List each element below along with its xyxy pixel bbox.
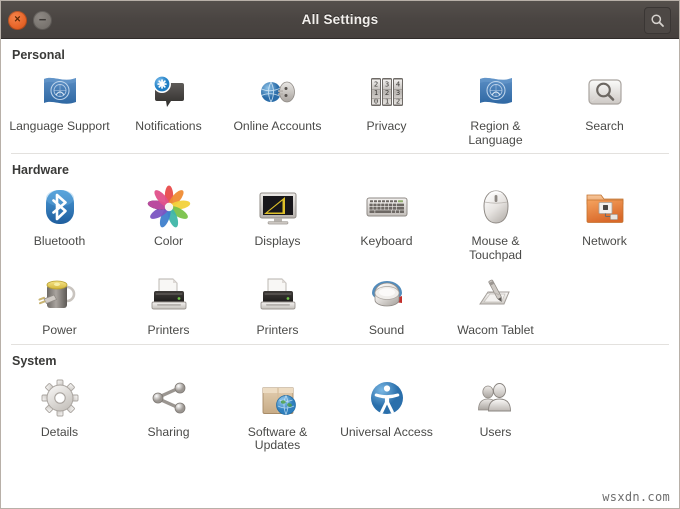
magnifier-icon	[581, 68, 629, 116]
settings-tile-notifications[interactable]: Notifications	[114, 64, 223, 153]
sections-host: Personal Language Support Notifications …	[1, 39, 679, 459]
settings-row: Language Support Notifications Online Ac…	[1, 64, 679, 153]
settings-tile-label: Sound	[368, 323, 405, 337]
bluetooth-icon	[36, 183, 84, 231]
settings-tile-label: Universal Access	[340, 424, 433, 439]
settings-tile-search[interactable]: Search	[550, 64, 659, 153]
section-title-personal: Personal	[12, 48, 65, 62]
settings-tile-printers[interactable]: Printers	[114, 268, 223, 344]
power-plug-icon	[36, 272, 84, 320]
minimize-button[interactable]: −	[33, 10, 52, 30]
notification-bubble-icon	[145, 68, 193, 116]
package-globe-icon	[254, 374, 302, 422]
settings-tile-label: Color	[153, 234, 184, 248]
users-icon	[472, 374, 520, 422]
settings-tile-label: Privacy	[366, 119, 407, 133]
settings-tile-label: Bluetooth	[33, 234, 86, 248]
settings-tile-label: Notifications	[135, 119, 202, 133]
settings-tile-sound[interactable]: Sound	[332, 268, 441, 344]
all-settings-window: × − All Settings Personal Language Suppo…	[0, 0, 680, 509]
settings-tile-online-accounts[interactable]: Online Accounts	[223, 64, 332, 153]
settings-row: Details Sharing Software & Updates Unive…	[1, 370, 679, 459]
section-title-hardware: Hardware	[12, 163, 69, 177]
svg-text:1: 1	[384, 96, 388, 105]
online-accounts-icon	[254, 68, 302, 116]
settings-content: Personal Language Support Notifications …	[1, 39, 679, 508]
speaker-icon	[363, 272, 411, 320]
settings-tile-printers[interactable]: Printers	[223, 268, 332, 344]
settings-tile-label: Users	[479, 424, 512, 439]
close-button[interactable]: ×	[8, 10, 27, 30]
share-nodes-icon	[145, 374, 193, 422]
flag-icon	[472, 68, 520, 116]
settings-tile-universal-access[interactable]: Universal Access	[332, 370, 441, 459]
settings-tile-label: Online Accounts	[233, 119, 322, 133]
flag-icon	[36, 68, 84, 116]
section-hardware: Hardware Bluetooth Color Displays Keyboa…	[1, 153, 679, 344]
settings-tile-label: Details	[40, 424, 79, 439]
settings-tile-label: Region & Language	[468, 119, 523, 147]
settings-tile-label: Keyboard	[360, 234, 413, 248]
close-icon: ×	[14, 13, 21, 25]
color-wheel-icon	[145, 183, 193, 231]
accessibility-icon	[363, 374, 411, 422]
mouse-icon	[472, 183, 520, 231]
settings-row: Bluetooth Color Displays Keyboard Mouse …	[1, 179, 679, 268]
svg-text:2: 2	[395, 96, 399, 105]
section-system: System Details Sharing Software & Update…	[1, 343, 679, 459]
tablet-stylus-icon	[472, 272, 520, 320]
settings-tile-software-updates[interactable]: Software & Updates	[223, 370, 332, 459]
settings-tile-label: Power	[42, 323, 77, 337]
gear-icon	[36, 374, 84, 422]
watermark: wsxdn.com	[602, 490, 670, 504]
title-bar: × − All Settings	[1, 1, 679, 39]
settings-tile-bluetooth[interactable]: Bluetooth	[5, 179, 114, 268]
minimize-icon: −	[38, 11, 47, 27]
printer-icon	[145, 272, 193, 320]
svg-text:0: 0	[373, 96, 377, 105]
search-button[interactable]	[644, 7, 671, 34]
settings-tile-label: Software & Updates	[247, 424, 308, 452]
settings-tile-label: Printers	[147, 323, 190, 337]
settings-tile-displays[interactable]: Displays	[223, 179, 332, 268]
settings-row: Power Printers Printers Sound Wacom Tabl…	[1, 268, 679, 344]
monitor-icon	[254, 183, 302, 231]
printer-icon	[254, 272, 302, 320]
settings-tile-sharing[interactable]: Sharing	[114, 370, 223, 459]
settings-tile-label: Network	[582, 234, 627, 248]
settings-tile-label: Wacom Tablet	[457, 323, 534, 337]
search-icon	[651, 14, 664, 27]
combination-lock-icon: 210 321 432	[363, 68, 411, 116]
network-folder-icon	[581, 183, 629, 231]
settings-tile-details[interactable]: Details	[5, 370, 114, 459]
settings-tile-mouse-touchpad[interactable]: Mouse & Touchpad	[441, 179, 550, 268]
settings-tile-label: Language Support	[9, 119, 110, 133]
settings-tile-label: Search	[585, 119, 624, 133]
settings-tile-language-support[interactable]: Language Support	[5, 64, 114, 153]
settings-tile-users[interactable]: Users	[441, 370, 550, 459]
window-title: All Settings	[301, 12, 379, 27]
section-personal: Personal Language Support Notifications …	[1, 39, 679, 153]
settings-tile-power[interactable]: Power	[5, 268, 114, 344]
settings-tile-privacy[interactable]: 210 321 432 Privacy	[332, 64, 441, 153]
settings-tile-label: Displays	[254, 234, 301, 248]
settings-tile-label: Mouse & Touchpad	[469, 234, 522, 262]
settings-tile-wacom-tablet[interactable]: Wacom Tablet	[441, 268, 550, 344]
settings-tile-label: Sharing	[147, 424, 190, 439]
settings-tile-network[interactable]: Network	[550, 179, 659, 268]
keyboard-icon	[363, 183, 411, 231]
settings-tile-label: Printers	[256, 323, 299, 337]
settings-tile-region-language[interactable]: Region & Language	[441, 64, 550, 153]
settings-tile-keyboard[interactable]: Keyboard	[332, 179, 441, 268]
window-controls: × −	[8, 1, 52, 39]
section-title-system: System	[12, 353, 57, 368]
settings-tile-color[interactable]: Color	[114, 179, 223, 268]
